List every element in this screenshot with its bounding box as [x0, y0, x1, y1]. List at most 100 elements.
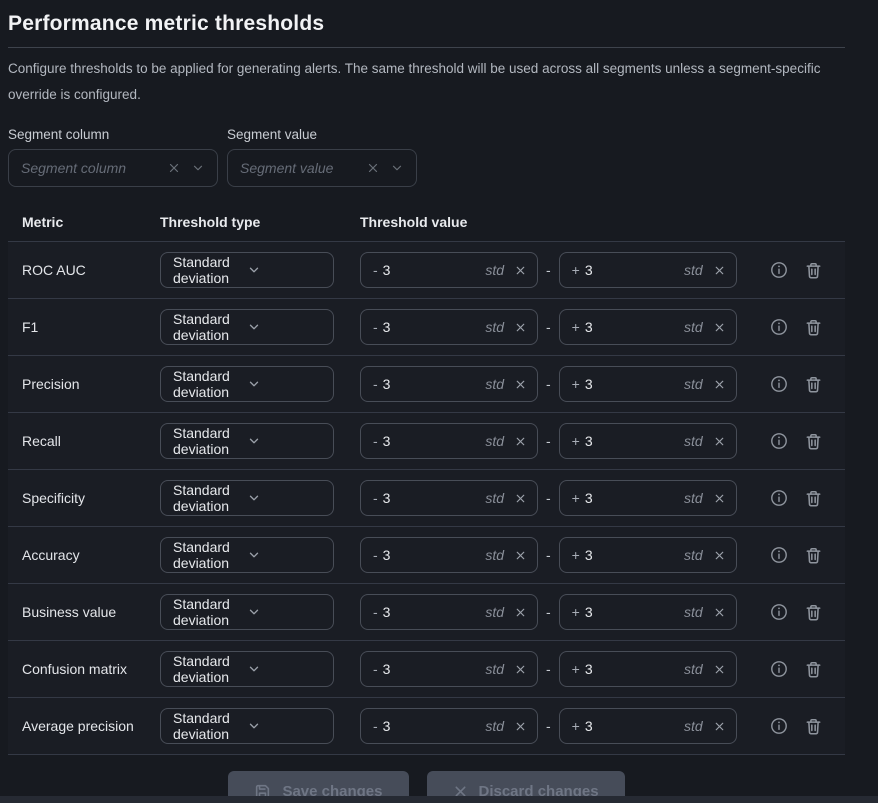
lower-threshold-input[interactable]: - 3 std: [360, 309, 538, 345]
threshold-type-select[interactable]: Standard deviation: [160, 651, 334, 687]
info-icon[interactable]: [769, 659, 789, 679]
lower-threshold-input[interactable]: - 3 std: [360, 252, 538, 288]
lower-threshold-input[interactable]: - 3 std: [360, 594, 538, 630]
segment-column-select[interactable]: Segment column: [8, 149, 218, 187]
clear-icon[interactable]: [514, 378, 527, 391]
clear-icon[interactable]: [514, 492, 527, 505]
info-icon[interactable]: [769, 431, 789, 451]
clear-icon[interactable]: [713, 663, 726, 676]
clear-icon[interactable]: [713, 435, 726, 448]
lower-value: 3: [383, 433, 486, 449]
lower-threshold-input[interactable]: - 3 std: [360, 537, 538, 573]
clear-icon[interactable]: [713, 606, 726, 619]
threshold-type-value: Standard deviation: [173, 653, 247, 685]
delete-icon[interactable]: [804, 489, 823, 508]
chevron-down-icon[interactable]: [191, 161, 205, 175]
lower-sign: -: [373, 604, 378, 620]
info-icon[interactable]: [769, 488, 789, 508]
threshold-type-select[interactable]: Standard deviation: [160, 480, 334, 516]
segment-value-field: Segment value Segment value: [227, 127, 417, 187]
lower-threshold-input[interactable]: - 3 std: [360, 480, 538, 516]
segment-value-select[interactable]: Segment value: [227, 149, 417, 187]
clear-icon[interactable]: [713, 549, 726, 562]
chevron-down-icon[interactable]: [390, 161, 404, 175]
threshold-type-select[interactable]: Standard deviation: [160, 309, 334, 345]
upper-threshold-input[interactable]: + 3 std: [559, 309, 737, 345]
delete-icon[interactable]: [804, 717, 823, 736]
info-icon[interactable]: [769, 545, 789, 565]
threshold-type-select[interactable]: Standard deviation: [160, 537, 334, 573]
upper-unit-label: std: [684, 490, 703, 506]
threshold-type-select[interactable]: Standard deviation: [160, 366, 334, 402]
row-actions-cell: [743, 659, 845, 679]
clear-icon[interactable]: [514, 720, 527, 733]
info-icon[interactable]: [769, 317, 789, 337]
upper-unit-label: std: [684, 604, 703, 620]
delete-icon[interactable]: [804, 603, 823, 622]
clear-icon[interactable]: [713, 321, 726, 334]
lower-threshold-input[interactable]: - 3 std: [360, 651, 538, 687]
lower-threshold-input[interactable]: - 3 std: [360, 423, 538, 459]
column-header-metric: Metric: [22, 214, 160, 230]
threshold-type-select[interactable]: Standard deviation: [160, 594, 334, 630]
chevron-down-icon: [247, 662, 321, 676]
upper-threshold-input[interactable]: + 3 std: [559, 651, 737, 687]
clear-icon[interactable]: [514, 663, 527, 676]
info-icon[interactable]: [769, 716, 789, 736]
delete-icon[interactable]: [804, 375, 823, 394]
clear-icon[interactable]: [514, 606, 527, 619]
info-icon[interactable]: [769, 260, 789, 280]
lower-value: 3: [383, 547, 486, 563]
threshold-value-cell: - 3 std - + 3 std: [360, 651, 743, 687]
upper-unit-label: std: [684, 376, 703, 392]
upper-threshold-input[interactable]: + 3 std: [559, 366, 737, 402]
lower-sign: -: [373, 661, 378, 677]
upper-sign: +: [572, 376, 580, 392]
clear-icon[interactable]: [167, 161, 181, 175]
range-separator: -: [546, 661, 551, 677]
clear-icon[interactable]: [713, 264, 726, 277]
lower-unit-label: std: [485, 262, 504, 278]
segment-value-label: Segment value: [227, 127, 417, 142]
row-actions-cell: [743, 545, 845, 565]
thresholds-panel: Performance metric thresholds Configure …: [0, 0, 878, 803]
delete-icon[interactable]: [804, 546, 823, 565]
upper-unit-label: std: [684, 718, 703, 734]
clear-icon[interactable]: [713, 378, 726, 391]
delete-icon[interactable]: [804, 660, 823, 679]
threshold-type-select[interactable]: Standard deviation: [160, 423, 334, 459]
upper-threshold-input[interactable]: + 3 std: [559, 708, 737, 744]
upper-sign: +: [572, 490, 580, 506]
delete-icon[interactable]: [804, 432, 823, 451]
upper-threshold-input[interactable]: + 3 std: [559, 252, 737, 288]
lower-threshold-input[interactable]: - 3 std: [360, 366, 538, 402]
clear-icon[interactable]: [514, 549, 527, 562]
threshold-value-cell: - 3 std - + 3 std: [360, 708, 743, 744]
clear-icon[interactable]: [514, 321, 527, 334]
clear-icon[interactable]: [713, 720, 726, 733]
delete-icon[interactable]: [804, 261, 823, 280]
upper-threshold-input[interactable]: + 3 std: [559, 480, 737, 516]
lower-unit-label: std: [485, 319, 504, 335]
threshold-type-select[interactable]: Standard deviation: [160, 708, 334, 744]
info-icon[interactable]: [769, 602, 789, 622]
upper-threshold-input[interactable]: + 3 std: [559, 423, 737, 459]
table-row: ROC AUC Standard deviation - 3 std - +: [8, 242, 845, 299]
clear-icon[interactable]: [514, 264, 527, 277]
info-icon[interactable]: [769, 374, 789, 394]
upper-threshold-input[interactable]: + 3 std: [559, 537, 737, 573]
threshold-value-cell: - 3 std - + 3 std: [360, 480, 743, 516]
lower-threshold-input[interactable]: - 3 std: [360, 708, 538, 744]
clear-icon[interactable]: [713, 492, 726, 505]
threshold-type-value: Standard deviation: [173, 482, 247, 514]
clear-icon[interactable]: [514, 435, 527, 448]
upper-value: 3: [585, 376, 684, 392]
upper-threshold-input[interactable]: + 3 std: [559, 594, 737, 630]
threshold-type-select[interactable]: Standard deviation: [160, 252, 334, 288]
upper-sign: +: [572, 319, 580, 335]
clear-icon[interactable]: [366, 161, 380, 175]
table-row: Accuracy Standard deviation - 3 std - +: [8, 527, 845, 584]
delete-icon[interactable]: [804, 318, 823, 337]
threshold-type-cell: Standard deviation: [160, 480, 360, 516]
threshold-type-value: Standard deviation: [173, 596, 247, 628]
